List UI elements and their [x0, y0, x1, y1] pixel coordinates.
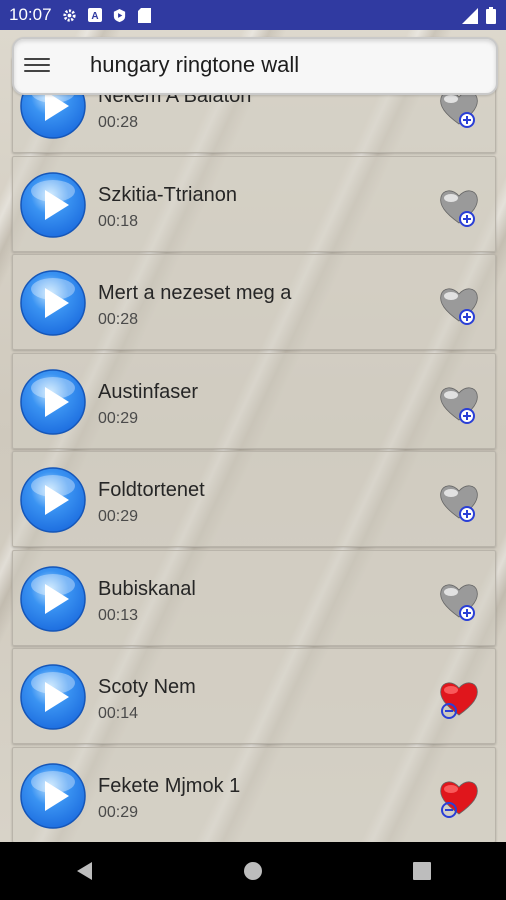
- heart-remove-favorite-icon[interactable]: [437, 677, 481, 721]
- track-row[interactable]: Szkitia-Ttrianon 00:18: [12, 156, 496, 252]
- play-icon[interactable]: [19, 368, 87, 436]
- track-name: Austinfaser: [98, 381, 199, 403]
- heart-add-favorite-icon[interactable]: [437, 283, 481, 327]
- navigation-bar: [0, 842, 506, 900]
- heart-add-favorite-icon[interactable]: [437, 382, 481, 426]
- track-name: Fekete Mjmok 1: [98, 775, 241, 797]
- track-row[interactable]: Mert a nezeset meg a 00:28: [12, 254, 496, 350]
- heart-add-favorite-icon[interactable]: [437, 579, 481, 623]
- track-row[interactable]: Foldtortenet 00:29: [12, 451, 496, 547]
- track-name: Szkitia-Ttrianon: [98, 184, 237, 206]
- recents-icon[interactable]: [402, 851, 442, 891]
- track-duration: 00:29: [98, 508, 139, 525]
- track-duration: 00:18: [98, 213, 139, 230]
- track-name: Bubiskanal: [98, 578, 196, 600]
- track-name: Mert a nezeset meg a: [98, 282, 292, 304]
- back-icon[interactable]: [64, 851, 104, 891]
- play-icon[interactable]: [19, 762, 87, 830]
- play-icon[interactable]: [19, 663, 87, 731]
- play-icon[interactable]: [19, 171, 87, 239]
- home-icon[interactable]: [233, 851, 273, 891]
- heart-add-favorite-icon[interactable]: [437, 185, 481, 229]
- track-row[interactable]: Scoty Nem 00:14: [12, 648, 496, 744]
- play-icon[interactable]: [19, 466, 87, 534]
- track-duration: 00:13: [98, 607, 139, 624]
- track-name: Scoty Nem: [98, 676, 196, 698]
- track-row[interactable]: Bubiskanal 00:13: [12, 550, 496, 646]
- app-title: hungary ringtone wall: [90, 52, 300, 77]
- track-duration: 00:28: [98, 311, 139, 328]
- play-icon[interactable]: [19, 269, 87, 337]
- track-duration: 00:29: [98, 804, 139, 821]
- track-duration: 00:29: [98, 410, 139, 427]
- track-duration: 00:14: [98, 705, 139, 722]
- play-icon[interactable]: [19, 565, 87, 633]
- search-bar[interactable]: hungary ringtone wall: [12, 37, 498, 95]
- track-duration: 00:28: [98, 114, 139, 131]
- heart-remove-favorite-icon[interactable]: [437, 776, 481, 820]
- heart-add-favorite-icon[interactable]: [437, 480, 481, 524]
- track-row[interactable]: Austinfaser 00:29: [12, 353, 496, 449]
- track-row[interactable]: Fekete Mjmok 1 00:29: [12, 747, 496, 842]
- ringtone-list[interactable]: Nekem A Balaton 00:28 Szkitia-Ttrianon 00:1…: [0, 0, 506, 842]
- track-name: Foldtortenet: [98, 479, 205, 501]
- hamburger-menu-icon[interactable]: [24, 54, 50, 76]
